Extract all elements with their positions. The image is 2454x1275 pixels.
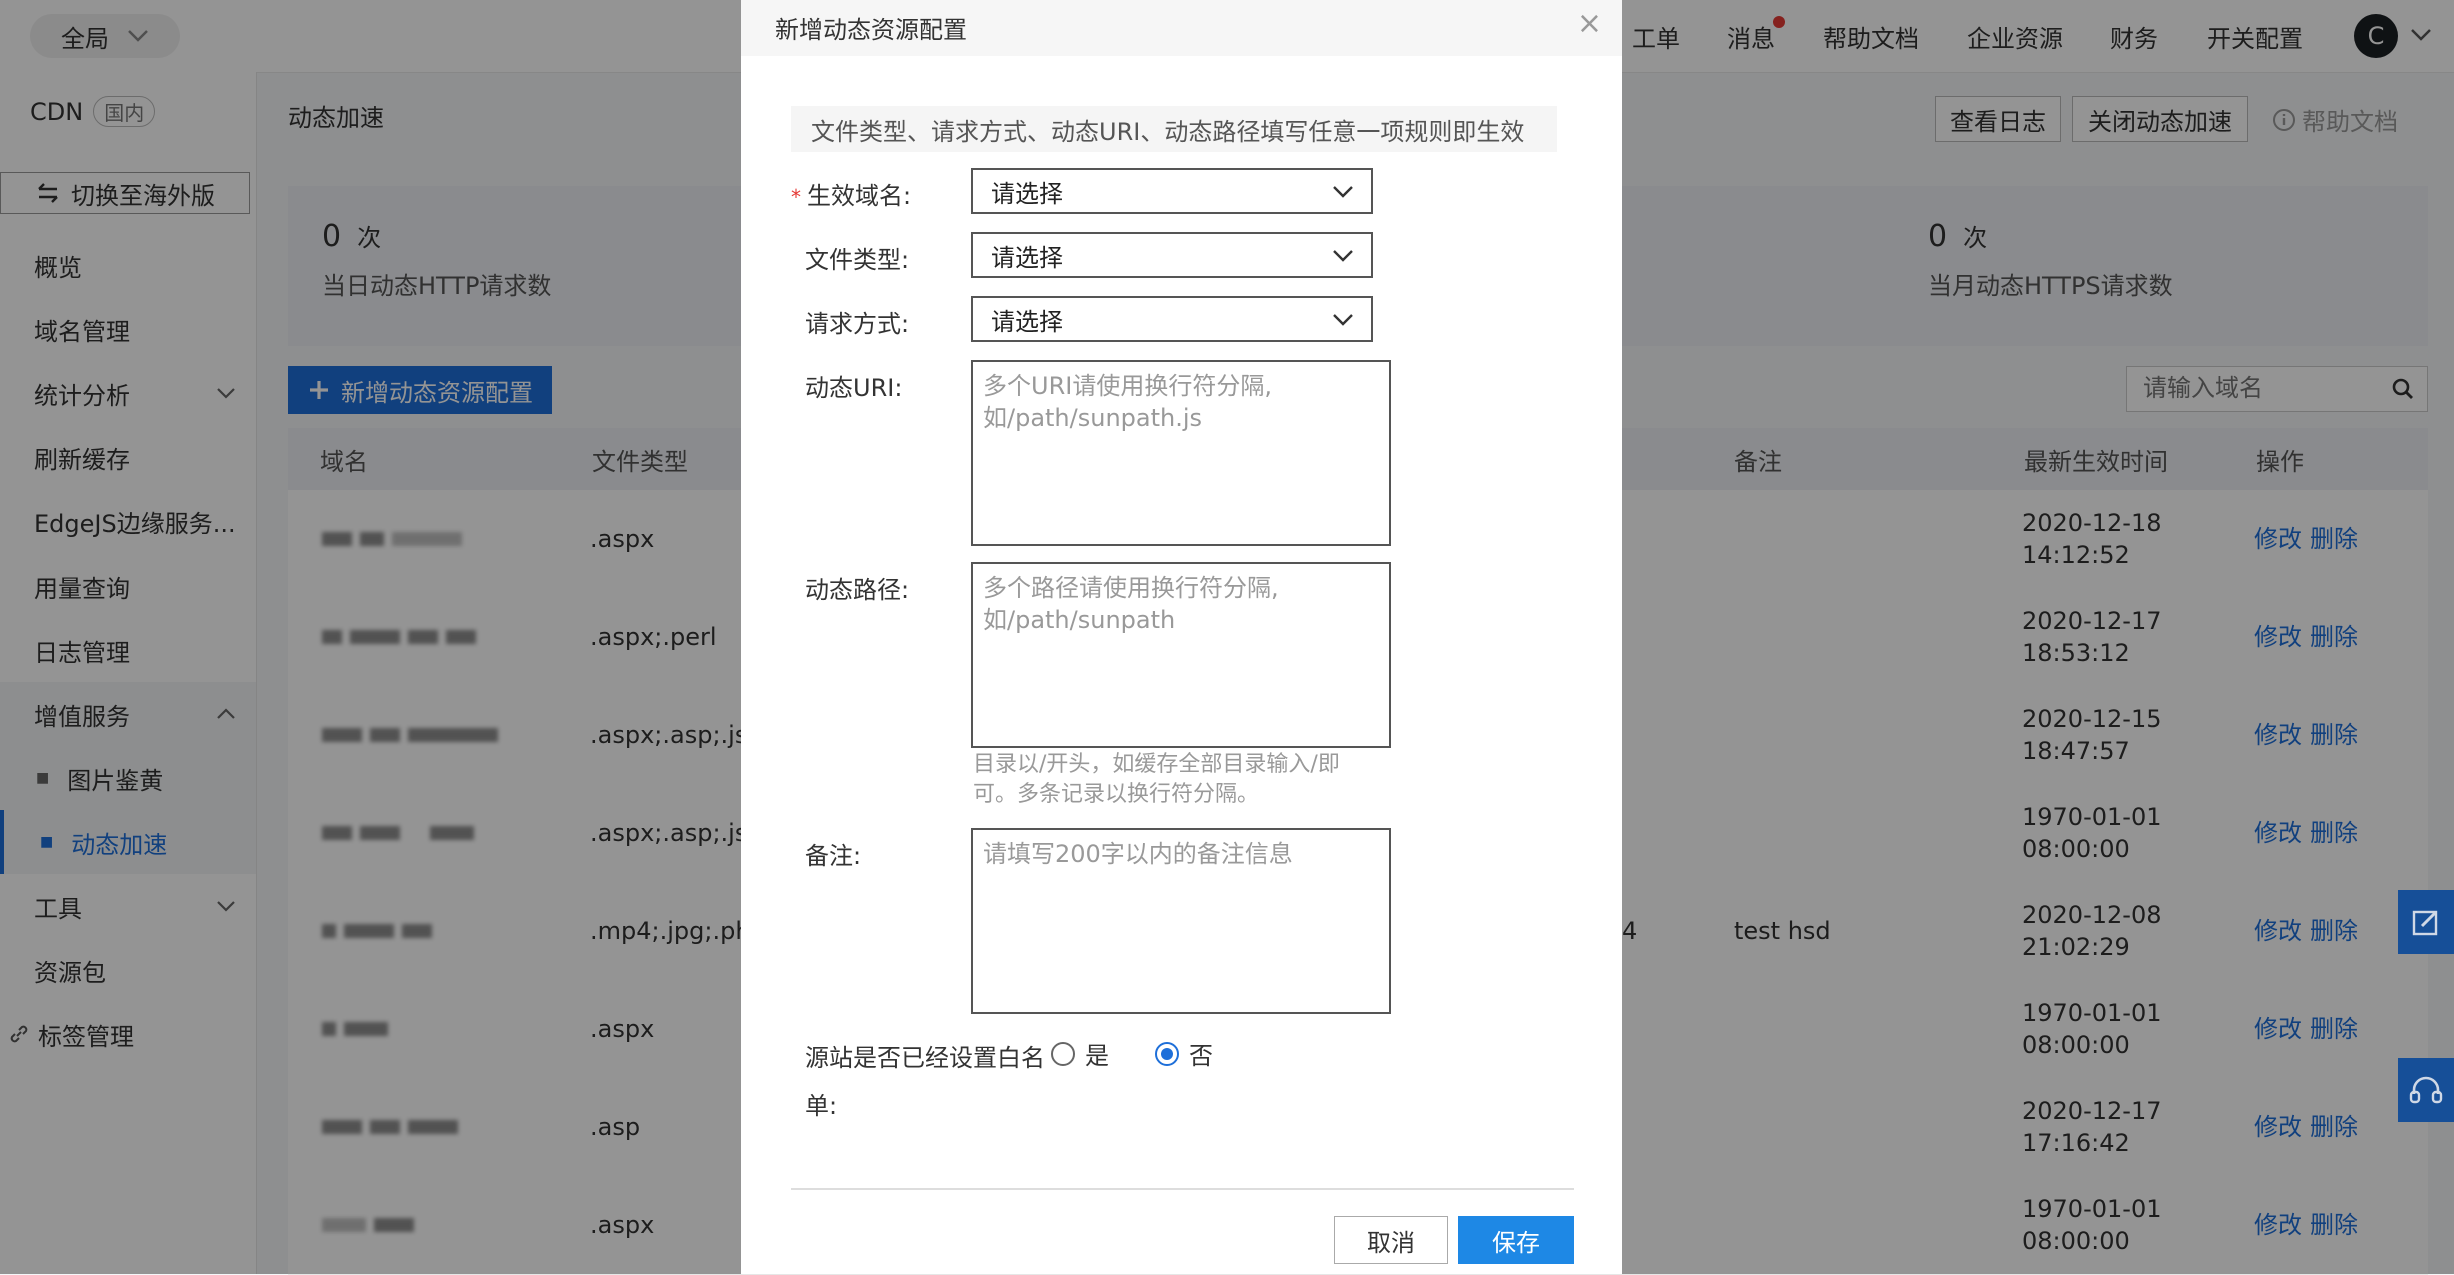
whitelist-label: 源站是否已经设置白名 — [805, 1044, 1045, 1072]
radio-yes[interactable] — [1051, 1041, 1075, 1066]
remark-textarea[interactable]: 请填写200字以内的备注信息 — [971, 828, 1391, 1014]
domain-label: * 生效域名: — [791, 176, 911, 211]
domain-select[interactable]: 请选择 — [971, 168, 1373, 214]
domain-label-text: 生效域名: — [807, 182, 912, 210]
feedback-button[interactable] — [2398, 890, 2454, 954]
save-label: 保存 — [1492, 1228, 1540, 1257]
modal-header: 新增动态资源配置 × — [741, 0, 1622, 56]
edit-icon — [2412, 910, 2438, 936]
method-select[interactable]: 请选择 — [971, 296, 1373, 342]
save-button[interactable]: 保存 — [1458, 1216, 1574, 1264]
footer-divider — [791, 1188, 1574, 1190]
cancel-button[interactable]: 取消 — [1334, 1216, 1448, 1264]
headset-icon — [2409, 1076, 2443, 1104]
method-select-value: 请选择 — [991, 307, 1063, 336]
file-type-select[interactable]: 请选择 — [971, 232, 1373, 278]
whitelist-yes-option[interactable]: 是 — [1051, 1036, 1109, 1071]
add-config-modal: 新增动态资源配置 × 文件类型、请求方式、动态URI、动态路径填写任意一项规则即… — [741, 0, 1622, 1274]
whitelist-label-cont: 单: — [805, 1092, 838, 1120]
radio-no[interactable] — [1155, 1041, 1179, 1066]
uri-label: 动态URI: — [805, 374, 903, 402]
file-type-label: 文件类型: — [805, 246, 910, 274]
chevron-down-icon — [1333, 250, 1353, 262]
path-label: 动态路径: — [805, 576, 910, 604]
path-hint: 目录以/开头，如缓存全部目录输入/即可。多条记录以换行符分隔。 — [973, 752, 1340, 807]
remark-label: 备注: — [805, 842, 862, 870]
method-label: 请求方式: — [805, 310, 910, 338]
chevron-down-icon — [1333, 186, 1353, 198]
close-icon[interactable]: × — [1577, 6, 1602, 41]
cancel-label: 取消 — [1367, 1228, 1415, 1257]
uri-textarea[interactable]: 多个URI请使用换行符分隔, 如/path/sunpath.js — [971, 360, 1391, 546]
modal-title: 新增动态资源配置 — [775, 16, 967, 44]
radio-no-label: 否 — [1189, 1042, 1213, 1070]
whitelist-no-option[interactable]: 否 — [1155, 1036, 1213, 1071]
chevron-down-icon — [1333, 314, 1353, 326]
file-type-select-value: 请选择 — [991, 243, 1063, 272]
domain-select-value: 请选择 — [991, 179, 1063, 208]
radio-yes-label: 是 — [1085, 1042, 1109, 1070]
support-button[interactable] — [2398, 1058, 2454, 1122]
modal-tip: 文件类型、请求方式、动态URI、动态路径填写任意一项规则即生效 — [791, 106, 1557, 152]
required-mark: * — [791, 185, 801, 209]
path-textarea[interactable]: 多个路径请使用换行符分隔, 如/path/sunpath — [971, 562, 1391, 748]
